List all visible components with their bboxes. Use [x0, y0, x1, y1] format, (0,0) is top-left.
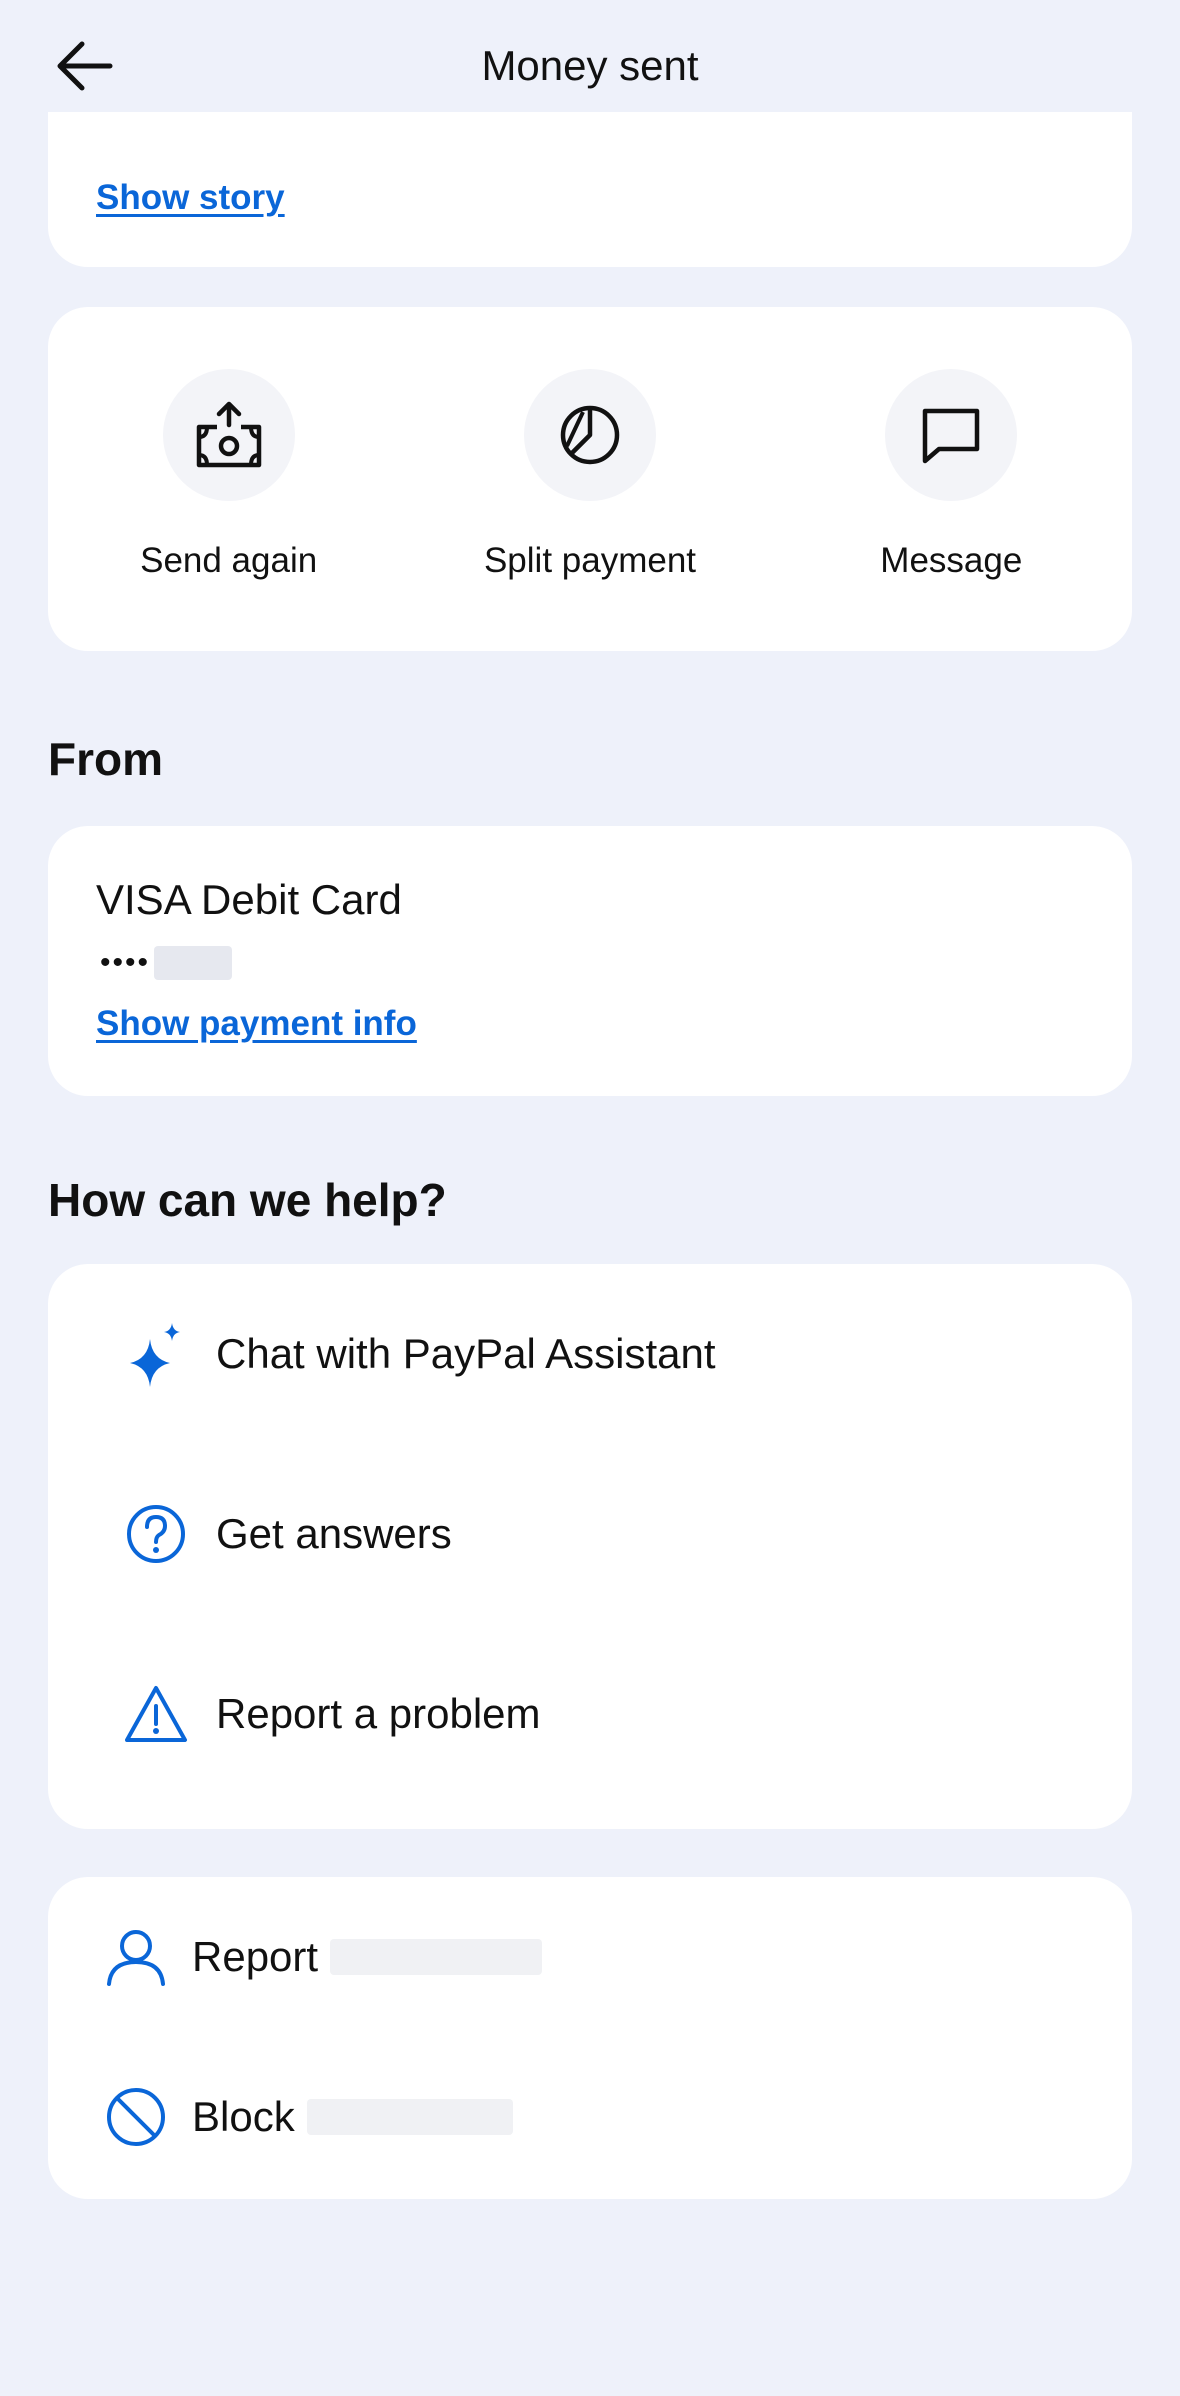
sparkle-icon	[130, 1323, 180, 1387]
message-button[interactable]: Message	[771, 369, 1131, 581]
question-circle-icon	[127, 1505, 185, 1563]
warning-triangle-icon	[125, 1686, 187, 1742]
block-user-item[interactable]: Block	[48, 2037, 1132, 2197]
show-story-link[interactable]: Show story	[96, 178, 285, 218]
report-user-label: Report	[192, 1933, 543, 1981]
split-payment-label: Split payment	[483, 541, 697, 580]
redacted-username	[330, 1939, 543, 1975]
chat-assistant-item[interactable]: Chat with PayPal Assistant	[48, 1264, 1132, 1444]
report-problem-label: Report a problem	[216, 1690, 541, 1737]
from-heading: From	[48, 733, 163, 785]
show-payment-info-link[interactable]: Show payment info	[96, 1004, 417, 1044]
message-icon	[923, 408, 980, 464]
help-card: Chat with PayPal Assistant Get answers R…	[48, 1264, 1132, 1829]
block-user-text: Block	[192, 2093, 295, 2140]
report-user-item[interactable]: Report	[48, 1877, 1132, 2037]
send-money-icon	[196, 401, 261, 468]
get-answers-label: Get answers	[216, 1510, 452, 1557]
account-actions-card: Report Block	[48, 1877, 1132, 2199]
send-again-button[interactable]: Send again	[49, 369, 409, 581]
message-label: Message	[880, 541, 1023, 580]
report-problem-item[interactable]: Report a problem	[48, 1624, 1132, 1804]
user-icon	[107, 1930, 165, 1986]
block-user-label: Block	[192, 2093, 513, 2141]
payment-method-card: VISA Debit Card •••• Show payment info	[48, 826, 1132, 1096]
story-card: Show story	[48, 112, 1132, 267]
split-payment-button[interactable]: Split payment	[410, 369, 770, 581]
redacted-username	[306, 2099, 513, 2135]
quick-actions-card: Send again Split payment Message	[48, 307, 1132, 651]
help-heading: How can we help?	[48, 1174, 447, 1226]
chat-assistant-label: Chat with PayPal Assistant	[216, 1330, 716, 1377]
redacted-digits	[154, 946, 233, 980]
card-dots: ••••	[100, 946, 151, 979]
card-number: ••••	[100, 946, 233, 980]
report-user-text: Report	[192, 1933, 319, 1980]
get-answers-item[interactable]: Get answers	[48, 1444, 1132, 1624]
pie-chart-icon	[560, 405, 620, 465]
card-name: VISA Debit Card	[96, 876, 402, 923]
page-title: Money sent	[481, 42, 699, 89]
block-icon	[107, 2088, 165, 2146]
send-again-label: Send again	[140, 541, 318, 580]
